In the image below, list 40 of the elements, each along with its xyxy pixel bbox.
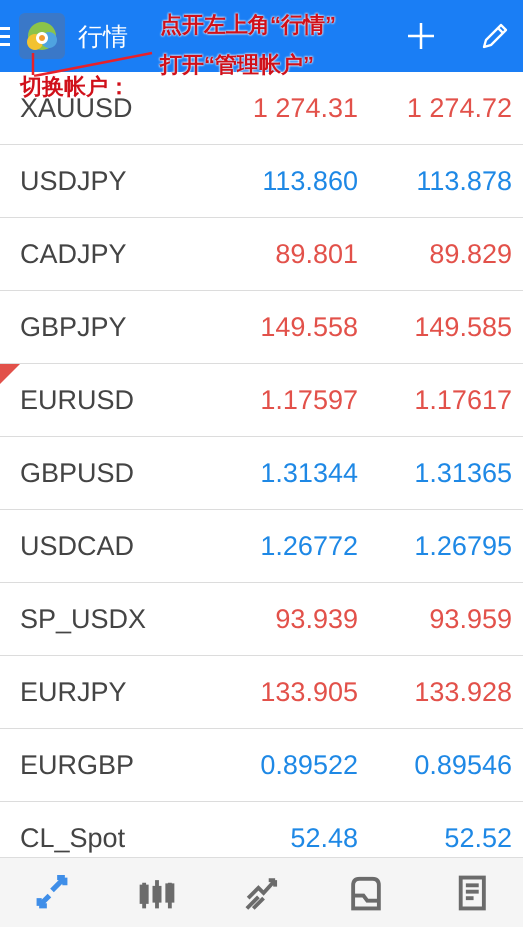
ask-price: 133.928 — [413, 676, 512, 708]
bid-price: 1 274.31 — [252, 92, 358, 124]
symbol-name: USDCAD — [20, 530, 136, 562]
menu-icon[interactable] — [0, 26, 10, 46]
ask-price: 52.52 — [443, 822, 512, 854]
window-title[interactable]: 行情 — [78, 20, 128, 52]
ask-price: 1.17617 — [413, 384, 512, 416]
bid-price: 149.558 — [259, 312, 358, 342]
symbol-name: EURUSD — [20, 384, 136, 416]
annotation: 点开左上角“行情” — [160, 11, 336, 39]
bid-price: 1.17597 — [259, 384, 358, 416]
symbol-name: CADJPY — [20, 238, 128, 270]
trend-icon — [243, 875, 280, 911]
ask-price: 149.585 — [413, 312, 512, 342]
symbol-name: GBPUSD — [20, 458, 136, 488]
symbol-name: USDJPY — [20, 166, 128, 196]
bid-price: 0.89522 — [259, 750, 358, 780]
symbol-name: SP_USDX — [20, 604, 148, 634]
symbol-name: GBPJPY — [20, 312, 128, 342]
bid-price: 93.939 — [274, 604, 358, 634]
symbol-name: CL_Spot — [20, 822, 126, 854]
bid-price: 1.26772 — [259, 530, 358, 562]
annotation: 打开“管理帐户” — [160, 51, 314, 79]
bid-price: 89.801 — [274, 238, 358, 270]
ask-price: 0.89546 — [413, 750, 512, 780]
symbol-name: EURGBP — [20, 750, 136, 780]
ask-price: 113.878 — [415, 166, 512, 196]
add-icon[interactable] — [405, 20, 437, 52]
ask-price: 1 274.72 — [406, 92, 512, 124]
bid-price: 113.860 — [261, 166, 358, 196]
ask-price: 89.829 — [428, 238, 512, 270]
bid-price: 133.905 — [259, 676, 358, 708]
arrows-icon — [34, 875, 70, 911]
ask-price: 1.26795 — [413, 530, 512, 562]
app-icon[interactable] — [18, 12, 66, 60]
symbol-name: EURJPY — [20, 676, 128, 708]
ask-price: 93.959 — [428, 604, 512, 634]
ask-price: 1.31365 — [413, 458, 512, 488]
bid-price: 52.48 — [289, 822, 358, 854]
bid-price: 1.31344 — [259, 458, 358, 488]
